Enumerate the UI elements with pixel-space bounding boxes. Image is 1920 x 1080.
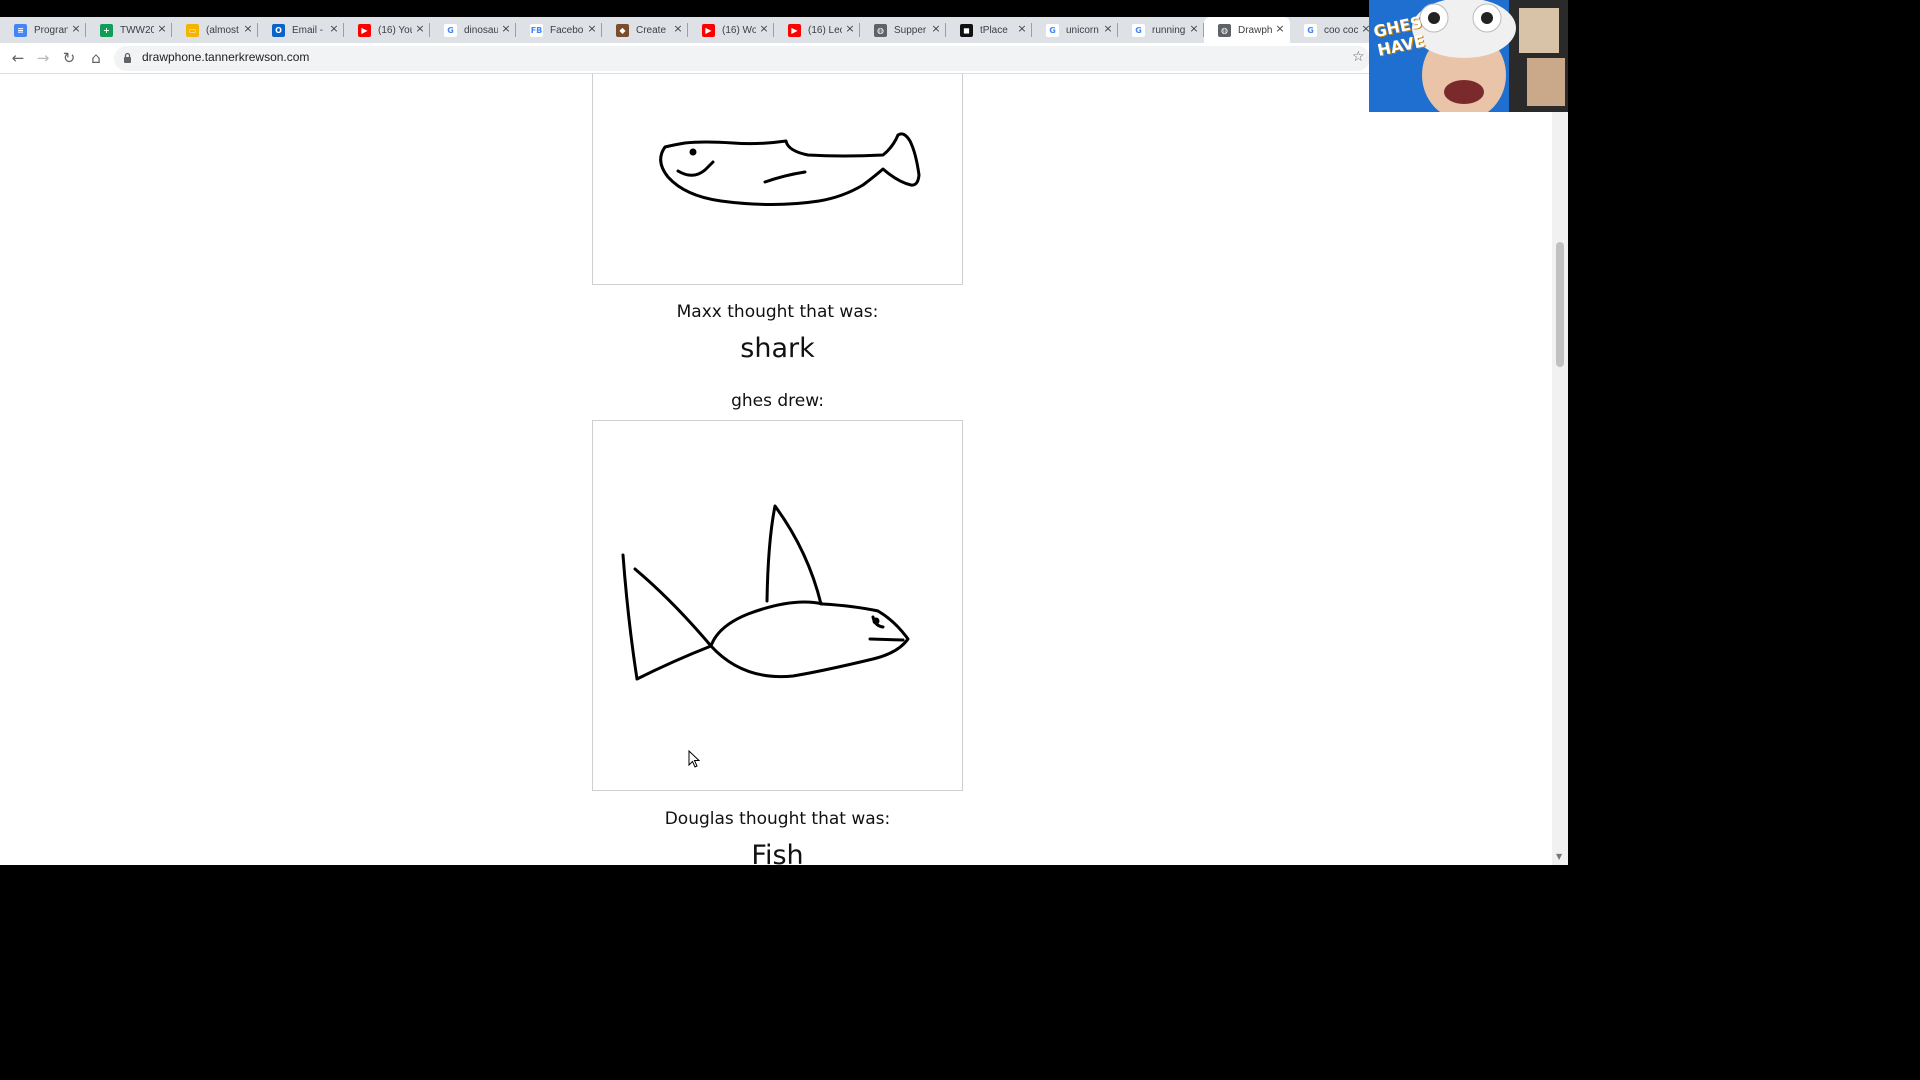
close-tab-icon[interactable]: × [70, 23, 82, 35]
guess-intro-maxx: Maxx thought that was: [676, 302, 879, 322]
tab-title: (almost [206, 24, 239, 36]
browser-tab[interactable]: ◍ Drawph × [1204, 17, 1290, 43]
close-tab-icon[interactable]: × [844, 23, 856, 35]
close-tab-icon[interactable]: × [242, 23, 254, 35]
tab-title: Facebo [550, 24, 584, 36]
guess-intro-douglas: Douglas thought that was: [664, 809, 891, 829]
close-tab-icon[interactable]: × [758, 23, 770, 35]
webcam-overlay: GHES HAVE [1369, 0, 1568, 112]
tab-title: (16) Wo [722, 24, 756, 36]
google-icon: G [444, 23, 457, 37]
tab-title: (16) You [378, 24, 412, 36]
close-tab-icon[interactable]: × [1016, 23, 1028, 35]
browser-tab[interactable]: Grunning × [1118, 17, 1204, 43]
drawing-canvas [592, 420, 963, 791]
browser-tab[interactable]: ▶ (16) Wo × [688, 17, 774, 43]
tplace-icon: ◼ [960, 23, 973, 37]
tab-title: Email - [292, 24, 324, 36]
tab-title: Supper [894, 24, 927, 36]
google-sheets-icon: + [100, 23, 113, 37]
address-bar[interactable]: drawphone.tannerkrewson.com ☆ [114, 46, 1370, 71]
guess-word-shark: shark [740, 333, 815, 364]
scrollbar-thumb[interactable] [1556, 242, 1564, 367]
close-tab-icon[interactable]: × [500, 23, 512, 35]
close-tab-icon[interactable]: × [156, 23, 168, 35]
globe-icon: ◍ [1218, 23, 1231, 37]
close-tab-icon[interactable]: × [414, 23, 426, 35]
tab-strip: ≡ Progran × + TWW20 × ▭ (almost × O Email - × ▶ (16) … [0, 17, 1568, 43]
close-tab-icon[interactable]: × [328, 23, 340, 35]
forward-arrow-icon[interactable]: → [33, 48, 53, 68]
back-arrow-icon[interactable]: ← [8, 48, 28, 68]
google-slides-icon: ▭ [186, 23, 199, 37]
tab-title: tPlace [980, 24, 1008, 36]
tab-title: unicorn [1066, 24, 1099, 36]
shield-icon: ◆ [616, 23, 629, 37]
shark-drawing [621, 504, 910, 681]
drawing-canvas-previous [592, 74, 963, 285]
close-tab-icon[interactable]: × [672, 23, 684, 35]
tab-title: running [1152, 24, 1186, 36]
browser-tab[interactable]: ◼ tPlace × [946, 17, 1032, 43]
youtube-icon: ▶ [702, 23, 715, 37]
browser-tab[interactable]: ≡ Progran × [0, 17, 86, 43]
home-icon[interactable]: ⌂ [86, 48, 106, 68]
google-icon: G [1304, 23, 1317, 37]
page-content: Maxx thought that was: shark ghes drew: … [0, 74, 1568, 865]
scroll-down-arrow-icon[interactable]: ▼ [1556, 852, 1562, 861]
globe-icon: ◍ [874, 23, 887, 37]
youtube-icon: ▶ [358, 23, 371, 37]
outlook-icon: O [272, 23, 285, 37]
close-tab-icon[interactable]: × [1102, 23, 1114, 35]
browser-tab[interactable]: ◍ Supper × [860, 17, 946, 43]
browser-tab[interactable]: ▶ (16) You × [344, 17, 430, 43]
google-icon: G [1046, 23, 1059, 37]
facebook-icon: FB [530, 23, 543, 37]
mouse-cursor-icon [688, 750, 700, 768]
browser-tab[interactable]: Gdinosau × [430, 17, 516, 43]
reload-icon[interactable]: ↻ [59, 48, 79, 68]
tab-title: Create [636, 24, 667, 36]
tab-title: TWW20 [120, 24, 154, 36]
youtube-icon: ▶ [788, 23, 801, 37]
browser-tab[interactable]: Gcoo coc × [1290, 17, 1376, 43]
browser-tab[interactable]: ▶ (16) Lec × [774, 17, 860, 43]
browser-tab[interactable]: O Email - × [258, 17, 344, 43]
tab-title: Drawph [1238, 24, 1272, 36]
whale-drawing [659, 132, 921, 206]
browser-tab[interactable]: ◆ Create × [602, 17, 688, 43]
tab-title: (16) Lec [808, 24, 842, 36]
browser-tab[interactable]: Gunicorn × [1032, 17, 1118, 43]
drawer-label: ghes drew: [731, 391, 824, 411]
tab-title: dinosau [464, 24, 498, 36]
lock-icon [124, 52, 131, 63]
close-tab-icon[interactable]: × [930, 23, 942, 35]
browser-tab[interactable]: + TWW20 × [86, 17, 172, 43]
google-docs-icon: ≡ [14, 23, 27, 37]
tab-title: Progran [34, 24, 68, 36]
close-tab-icon[interactable]: × [586, 23, 598, 35]
vertical-scrollbar[interactable]: ▼ [1552, 74, 1568, 865]
browser-toolbar: ← → ↻ ⌂ drawphone.tannerkrewson.com ☆ [0, 43, 1568, 74]
tab-title: coo coc [1324, 24, 1358, 36]
browser-tab[interactable]: ▭ (almost × [172, 17, 258, 43]
bookmark-star-icon[interactable]: ☆ [1352, 49, 1365, 65]
close-tab-icon[interactable]: × [1274, 23, 1286, 35]
guess-word-fish: Fish [751, 840, 804, 865]
close-tab-icon[interactable]: × [1188, 23, 1200, 35]
browser-tab[interactable]: FB Facebo × [516, 17, 602, 43]
google-icon: G [1132, 23, 1145, 37]
url-text: drawphone.tannerkrewson.com [142, 50, 310, 64]
